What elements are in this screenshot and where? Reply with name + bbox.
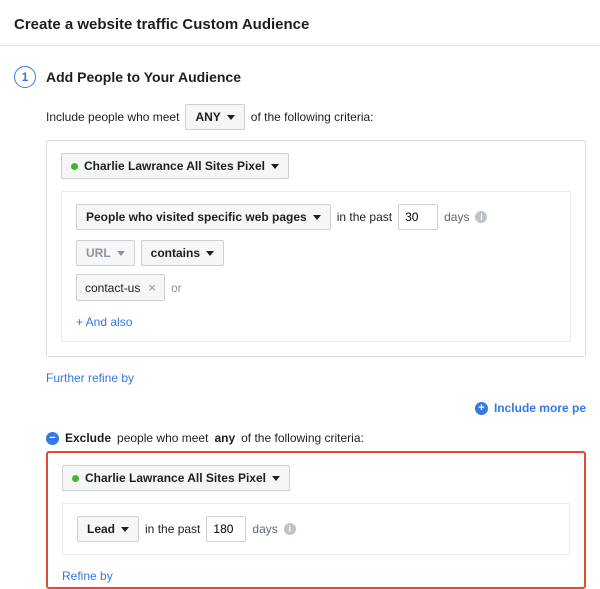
include-condition-box: People who visited specific web pages in… (61, 191, 571, 342)
caret-down-icon (313, 215, 321, 220)
caret-down-icon (227, 115, 235, 120)
info-icon[interactable]: i (475, 211, 487, 223)
url-field-label: URL (86, 246, 111, 260)
step-title: Add People to Your Audience (46, 69, 241, 85)
exclude-event-label: Lead (87, 522, 115, 536)
exclude-refine-link[interactable]: Refine by (48, 569, 584, 587)
pixel-name: Charlie Lawrance All Sites Pixel (84, 159, 265, 173)
days-input[interactable] (398, 204, 438, 230)
page-title: Create a website traffic Custom Audience (14, 16, 586, 45)
pixel-active-icon (72, 475, 79, 482)
url-value-chip: contact-us × (76, 274, 165, 301)
include-operator-select[interactable]: ANY (185, 104, 244, 130)
days-label: days (444, 210, 469, 224)
exclude-highlight-box: Charlie Lawrance All Sites Pixel Lead in… (46, 451, 586, 589)
minus-circle-icon: − (46, 432, 59, 445)
include-operator-label: ANY (195, 110, 220, 124)
divider (0, 45, 600, 46)
step-header: 1 Add People to Your Audience (14, 66, 586, 88)
exclude-event-select[interactable]: Lead (77, 516, 139, 542)
further-refine-link[interactable]: Further refine by (46, 371, 586, 385)
event-type-select[interactable]: People who visited specific web pages (76, 204, 331, 230)
and-also-button[interactable]: + And also (76, 315, 556, 329)
caret-down-icon (117, 251, 125, 256)
step-number-circle: 1 (14, 66, 36, 88)
caret-down-icon (121, 527, 129, 532)
in-the-past-label: in the past (145, 522, 200, 536)
url-field-select[interactable]: URL (76, 240, 135, 266)
event-type-label: People who visited specific web pages (86, 210, 307, 224)
include-criteria-row: Include people who meet ANY of the follo… (46, 104, 586, 130)
exclude-group: Charlie Lawrance All Sites Pixel Lead in… (48, 453, 584, 569)
include-more-label: Include more pe (494, 401, 586, 415)
caret-down-icon (206, 251, 214, 256)
exclude-pixel-select[interactable]: Charlie Lawrance All Sites Pixel (62, 465, 290, 491)
info-icon[interactable]: i (284, 523, 296, 535)
exclude-days-input[interactable] (206, 516, 246, 542)
exclude-pre-text: Exclude (65, 431, 111, 445)
exclude-criteria-row: − Exclude people who meet any of the fol… (46, 431, 586, 445)
or-label: or (171, 281, 182, 295)
exclude-mid-text: people who meet (117, 431, 208, 445)
exclude-any-text: any (214, 431, 235, 445)
url-operator-label: contains (151, 246, 200, 260)
pixel-select[interactable]: Charlie Lawrance All Sites Pixel (61, 153, 289, 179)
include-more-link[interactable]: + Include more pe (475, 401, 586, 415)
include-group: Charlie Lawrance All Sites Pixel People … (46, 140, 586, 357)
exclude-pixel-name: Charlie Lawrance All Sites Pixel (85, 471, 266, 485)
plus-circle-icon: + (475, 402, 488, 415)
caret-down-icon (272, 476, 280, 481)
include-pre-text: Include people who meet (46, 110, 179, 124)
exclude-condition-box: Lead in the past days i (62, 503, 570, 555)
include-post-text: of the following criteria: (251, 110, 374, 124)
exclude-post-text: of the following criteria: (241, 431, 364, 445)
url-value-text: contact-us (85, 281, 140, 295)
caret-down-icon (271, 164, 279, 169)
remove-chip-icon[interactable]: × (148, 280, 156, 295)
days-label: days (252, 522, 277, 536)
pixel-active-icon (71, 163, 78, 170)
url-operator-select[interactable]: contains (141, 240, 224, 266)
in-the-past-label: in the past (337, 210, 392, 224)
